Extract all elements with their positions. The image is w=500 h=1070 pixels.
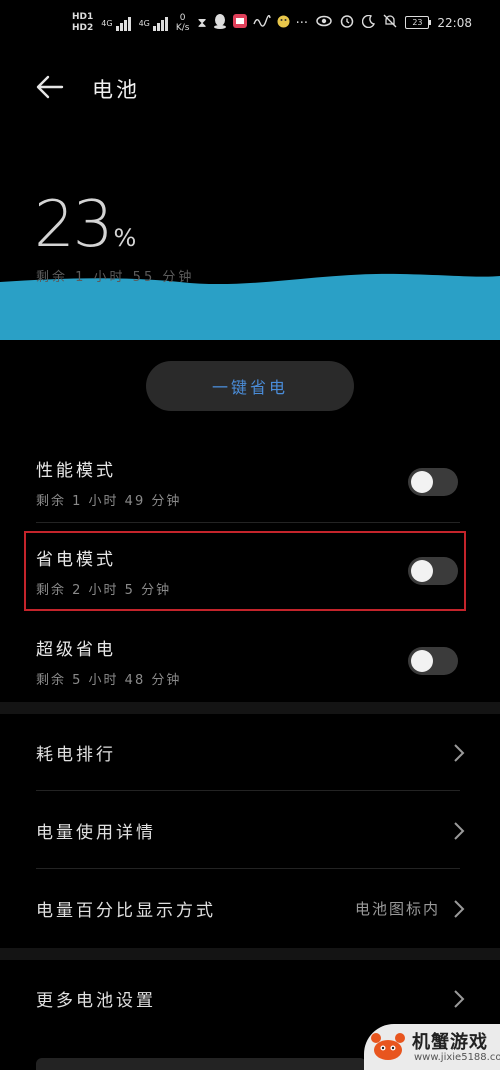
settings-item-label: 电量使用详情 [36,823,156,843]
toggle-knob [411,471,433,493]
sim2-signal: 4G [139,15,168,31]
settings-item-usage-details[interactable]: 电量使用详情 [0,792,500,870]
divider [36,868,460,869]
hd1-label: HD1 [72,12,94,22]
mode-name: 超级省电 [36,640,116,660]
percent-sign: % [113,224,137,252]
muted-bell-icon [383,14,397,31]
settings-item-label: 电量百分比显示方式 [36,901,216,921]
alarm-icon [340,14,354,31]
watermark-name: 机蟹游戏 [412,1032,488,1053]
battery-level-display: 23% [34,188,136,262]
signal-icon [152,15,168,31]
settings-item-percentage-display[interactable]: 电量百分比显示方式 电池图标内 [0,870,500,948]
battery-percent: 23 [34,188,113,262]
mode-name: 性能模式 [36,461,116,481]
settings-item-label: 耗电排行 [36,745,116,765]
divider [36,790,460,791]
app-icon [232,14,247,32]
eye-comfort-icon [316,15,333,30]
status-bar: HD1 HD2 4G 4G 0 K/s ⧗ ··· 23 22:08 [0,0,500,50]
settings-item-power-ranking[interactable]: 耗电排行 [0,714,500,792]
mode-performance[interactable]: 性能模式 剩余 1 小时 49 分钟 [0,440,500,526]
battery-remaining-time: 剩余 1 小时 55 分钟 [36,270,195,285]
signal-icon [115,15,131,31]
sim1-signal: 4G [101,15,131,31]
emoji-icon [277,15,290,32]
do-not-disturb-icon [362,14,376,31]
chevron-right-icon [454,990,465,1008]
status-left: HD1 HD2 4G 4G 0 K/s ⧗ ··· [72,12,308,34]
battery-percent-small: 23 [412,18,423,27]
hd2-label: HD2 [72,23,94,33]
settings-item-value: 电池图标内 [354,900,440,918]
one-key-save-button[interactable]: 一键省电 [146,361,354,411]
notification-icons: ⧗ ··· [197,13,309,33]
back-arrow-icon [36,75,64,99]
highlight-box [24,531,466,611]
hd-indicator: HD1 HD2 [72,12,93,34]
net1-label: 4G [101,18,113,28]
more-notifications-icon: ··· [295,15,309,31]
chevron-right-icon [454,744,465,762]
speed-value: 0 [179,13,186,23]
bottom-card-edge [36,1058,366,1070]
toggle-knob [411,650,433,672]
chevron-right-icon [454,822,465,840]
mode-ultra-power-saving[interactable]: 超级省电 剩余 5 小时 48 分钟 [0,619,500,705]
network-speed: 0 K/s [176,13,190,33]
mode-remaining: 剩余 1 小时 49 分钟 [36,494,182,509]
net2-label: 4G [138,18,150,28]
qq-icon [213,13,227,33]
hourglass-icon: ⧗ [197,15,207,31]
clock: 22:08 [437,15,472,30]
chevron-right-icon [454,900,465,918]
app-header: 电池 [0,60,500,116]
speed-unit: K/s [175,23,190,33]
page-title: 电池 [92,78,140,102]
crab-logo-icon [371,1033,405,1060]
performance-mode-toggle[interactable] [408,468,458,496]
back-button[interactable] [34,72,66,102]
ultra-power-saving-toggle[interactable] [408,647,458,675]
watermark-url: www.jixie5188.com [414,1052,500,1063]
divider [36,522,460,523]
battery-icon: 23 [405,16,432,29]
mode-remaining: 剩余 5 小时 48 分钟 [36,673,182,688]
status-right: 23 22:08 [316,14,472,31]
settings-item-label: 更多电池设置 [36,991,156,1011]
section-separator [0,702,500,714]
section-separator [0,948,500,960]
watermark: 机蟹游戏 www.jixie5188.com [364,1024,500,1070]
script-icon [252,14,271,31]
